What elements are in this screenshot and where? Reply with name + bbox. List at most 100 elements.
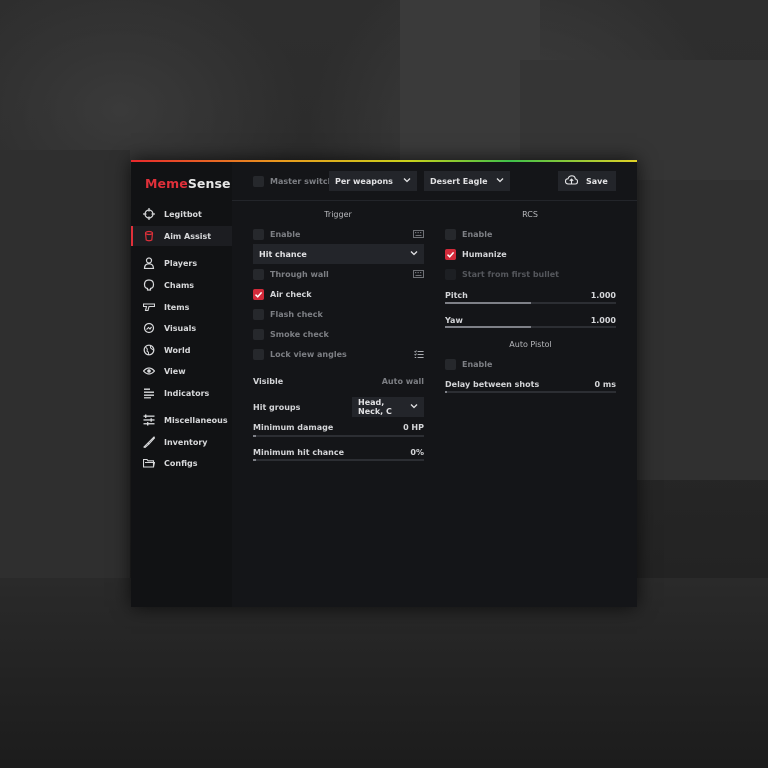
mode-dropdown-value: Per weapons bbox=[335, 176, 393, 186]
minimum-damage-value: 0 HP bbox=[403, 423, 424, 432]
lock-view-angles-checkbox[interactable] bbox=[253, 349, 264, 360]
pitch-slider[interactable] bbox=[445, 302, 616, 304]
list-icon bbox=[142, 386, 156, 400]
trigger-enable-label: Enable bbox=[270, 230, 301, 239]
sidebar-item-label: Players bbox=[164, 258, 198, 268]
minimum-hit-chance-value: 0% bbox=[410, 448, 424, 457]
rcs-enable-checkbox[interactable] bbox=[445, 229, 456, 240]
visible-label: Visible bbox=[253, 377, 284, 386]
weapon-dropdown[interactable]: Desert Eagle bbox=[424, 171, 510, 191]
bucket-icon bbox=[142, 229, 156, 243]
sidebar-item-label: Items bbox=[164, 302, 190, 312]
sidebar-item-view[interactable]: View bbox=[131, 361, 232, 381]
background-wall bbox=[636, 180, 768, 480]
sidebar-item-configs[interactable]: Configs bbox=[131, 453, 232, 473]
visuals-icon bbox=[142, 321, 156, 335]
keybind-icon[interactable] bbox=[413, 270, 424, 278]
air-check-label: Air check bbox=[270, 290, 312, 299]
yaw-value: 1.000 bbox=[590, 316, 616, 325]
minimum-hit-chance-slider[interactable] bbox=[253, 459, 424, 461]
sidebar-item-players[interactable]: Players bbox=[131, 253, 232, 273]
rcs-heading: RCS bbox=[522, 210, 538, 219]
sidebar-item-miscellaneous[interactable]: Miscellaneous bbox=[131, 410, 232, 430]
sidebar-item-visuals[interactable]: Visuals bbox=[131, 318, 232, 338]
chevron-down-icon bbox=[410, 249, 418, 259]
sidebar-item-world[interactable]: World bbox=[131, 340, 232, 360]
rcs-enable-row[interactable]: Enable bbox=[445, 229, 492, 240]
hit-chance-dropdown-value: Hit chance bbox=[259, 249, 307, 259]
sidebar-item-label: Inventory bbox=[164, 437, 208, 447]
smoke-check-label: Smoke check bbox=[270, 330, 329, 339]
trigger-enable-checkbox[interactable] bbox=[253, 229, 264, 240]
master-switch-row[interactable]: Master switch bbox=[253, 176, 333, 187]
auto-pistol-enable-label: Enable bbox=[462, 360, 493, 369]
trigger-enable-row[interactable]: Enable bbox=[253, 229, 300, 240]
delay-between-shots-slider[interactable] bbox=[445, 391, 616, 393]
cloud-upload-icon bbox=[564, 175, 586, 187]
sidebar-item-label: Miscellaneous bbox=[164, 415, 228, 425]
sidebar-item-aim-assist[interactable]: Aim Assist bbox=[131, 226, 232, 246]
lock-view-angles-row[interactable]: Lock view angles bbox=[253, 349, 347, 360]
save-button[interactable]: Save bbox=[558, 171, 616, 191]
air-check-checkbox[interactable] bbox=[253, 289, 264, 300]
minimum-damage-slider[interactable] bbox=[253, 435, 424, 437]
auto-pistol-enable-row[interactable]: Enable bbox=[445, 359, 492, 370]
minimum-damage-label: Minimum damage bbox=[253, 423, 334, 432]
head-icon bbox=[142, 278, 156, 292]
flash-check-checkbox[interactable] bbox=[253, 309, 264, 320]
auto-pistol-enable-checkbox[interactable] bbox=[445, 359, 456, 370]
through-wall-checkbox[interactable] bbox=[253, 269, 264, 280]
background-building bbox=[400, 0, 540, 170]
sidebar-item-label: Configs bbox=[164, 458, 198, 468]
through-wall-label: Through wall bbox=[270, 270, 329, 279]
flash-check-label: Flash check bbox=[270, 310, 323, 319]
sidebar-item-label: World bbox=[164, 345, 191, 355]
sidebar-item-label: Legitbot bbox=[164, 209, 202, 219]
crosshair-icon bbox=[142, 207, 156, 221]
save-button-label: Save bbox=[586, 176, 608, 186]
sidebar: MemeSense Legitbot Aim Assist Players Ch bbox=[131, 162, 232, 607]
smoke-check-row[interactable]: Smoke check bbox=[253, 329, 329, 340]
sidebar-item-inventory[interactable]: Inventory bbox=[131, 432, 232, 452]
person-icon bbox=[142, 256, 156, 270]
delay-between-shots-label: Delay between shots bbox=[445, 380, 540, 389]
start-first-bullet-checkbox[interactable] bbox=[445, 269, 456, 280]
sidebar-item-indicators[interactable]: Indicators bbox=[131, 383, 232, 403]
air-check-row[interactable]: Air check bbox=[253, 289, 312, 300]
smoke-check-checkbox[interactable] bbox=[253, 329, 264, 340]
rcs-enable-label: Enable bbox=[462, 230, 493, 239]
mode-dropdown[interactable]: Per weapons bbox=[329, 171, 417, 191]
sidebar-item-legitbot[interactable]: Legitbot bbox=[131, 204, 232, 224]
slider-fill bbox=[445, 302, 531, 304]
sidebar-item-label: View bbox=[164, 366, 186, 376]
knife-icon bbox=[142, 435, 156, 449]
options-list-icon[interactable] bbox=[414, 350, 424, 359]
hit-groups-dropdown[interactable]: Head, Neck, C bbox=[352, 397, 424, 417]
sidebar-item-chams[interactable]: Chams bbox=[131, 275, 232, 295]
auto-pistol-heading: Auto Pistol bbox=[509, 340, 552, 349]
humanize-checkbox[interactable] bbox=[445, 249, 456, 260]
flash-check-row[interactable]: Flash check bbox=[253, 309, 323, 320]
yaw-label: Yaw bbox=[445, 316, 463, 325]
top-bar: Master switch Per weapons Desert Eagle S… bbox=[232, 162, 637, 201]
logo-part-sense: Sense bbox=[187, 176, 231, 191]
keybind-icon[interactable] bbox=[413, 230, 424, 238]
sidebar-item-items[interactable]: Items bbox=[131, 297, 232, 317]
gun-icon bbox=[142, 300, 156, 314]
master-switch-checkbox[interactable] bbox=[253, 176, 264, 187]
visible-value[interactable]: Auto wall bbox=[361, 377, 424, 386]
start-first-bullet-row[interactable]: Start from first bullet bbox=[445, 269, 559, 280]
lock-view-angles-label: Lock view angles bbox=[270, 350, 347, 359]
chevron-down-icon bbox=[403, 176, 411, 186]
sidebar-item-label: Indicators bbox=[164, 388, 210, 398]
yaw-slider[interactable] bbox=[445, 326, 616, 328]
through-wall-row[interactable]: Through wall bbox=[253, 269, 329, 280]
humanize-row[interactable]: Humanize bbox=[445, 249, 507, 260]
hit-groups-label: Hit groups bbox=[253, 403, 301, 412]
hit-chance-dropdown[interactable]: Hit chance bbox=[253, 244, 424, 264]
slider-fill bbox=[445, 326, 531, 328]
sidebar-item-label: Visuals bbox=[164, 323, 197, 333]
background-wall bbox=[0, 150, 130, 630]
chevron-down-icon bbox=[410, 402, 418, 412]
folder-icon bbox=[142, 456, 156, 470]
